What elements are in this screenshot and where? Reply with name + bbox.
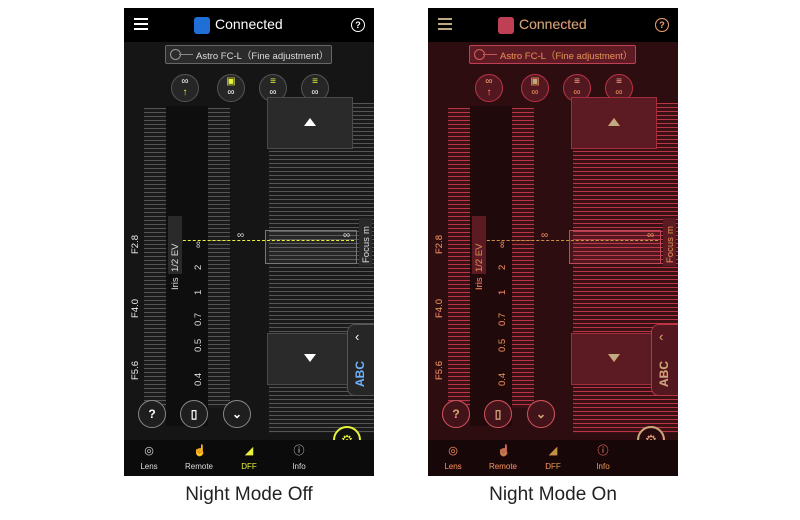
lens-selector[interactable]: Astro FC-L（Fine adjustment） <box>165 45 332 64</box>
lens-name: Astro FC-L（Fine adjustment） <box>196 51 329 62</box>
bluetooth-icon <box>194 17 210 34</box>
info-icon: ⓘ <box>597 445 609 457</box>
iris-step: 1/2 EV <box>474 243 485 272</box>
distance-1: 1 <box>193 289 204 295</box>
focus-unit: m <box>665 226 676 234</box>
top-bar: Connected ? <box>124 8 374 42</box>
connection-status: Connected <box>519 16 587 32</box>
distance-tape[interactable] <box>512 108 534 408</box>
menu-icon[interactable] <box>438 18 452 30</box>
focus-unit: m <box>361 226 372 234</box>
fstop-4-0: F4.0 <box>130 298 141 318</box>
iris-title: Iris <box>170 277 181 290</box>
infinity-arrow-button[interactable]: ∞ ↑ <box>475 74 503 102</box>
iris-scale[interactable] <box>144 108 166 408</box>
phone-screen-night-mode-off: Connected ? Astro FC-L（Fine adjustment） … <box>124 8 374 476</box>
iris-scale[interactable] <box>448 108 470 408</box>
arrow-up-icon <box>304 118 316 126</box>
distance-inf: ∞ <box>497 241 508 248</box>
lens-name: Astro FC-L（Fine adjustment） <box>500 51 633 62</box>
distance-0-4: 0.4 <box>193 372 204 386</box>
help-icon[interactable]: ? <box>351 18 365 32</box>
bottom-nav: ◎ Lens ☝ Remote ◢ DFF ⓘ Info <box>124 440 374 476</box>
focus-down-button[interactable] <box>571 333 657 385</box>
nav-remote[interactable]: ☝ Remote <box>174 440 224 476</box>
nav-dff[interactable]: ◢ DFF <box>224 440 274 476</box>
vibrate-icon[interactable]: ▯ <box>484 400 512 428</box>
infinity-mark-right: ∞ <box>343 230 351 241</box>
nav-lens[interactable]: ◎ Lens <box>124 440 174 476</box>
infinity-mark: ∞ <box>237 230 245 241</box>
infinity-arrow-button[interactable]: ∞ ↑ <box>171 74 199 102</box>
focus-up-button[interactable] <box>267 97 353 149</box>
distance-tape[interactable] <box>208 108 230 408</box>
chevron-down-icon[interactable]: ⌄ <box>223 400 251 428</box>
nav-info[interactable]: ⓘ Info <box>578 440 628 476</box>
nav-lens[interactable]: ◎ Lens <box>428 440 478 476</box>
fstop-2-8: F2.8 <box>130 234 141 254</box>
caption-night-mode-on: Night Mode On <box>489 484 617 505</box>
top-bar: Connected ? <box>428 8 678 42</box>
distance-2: 2 <box>193 264 204 270</box>
distance-0-5: 0.5 <box>193 338 204 352</box>
arrow-down-icon <box>304 354 316 362</box>
help-button[interactable]: ? <box>138 400 166 428</box>
aperture-icon: ◎ <box>448 445 458 457</box>
nav-dff[interactable]: ◢ DFF <box>528 440 578 476</box>
nav-info[interactable]: ⓘ Info <box>274 440 324 476</box>
caption-night-mode-off: Night Mode Off <box>185 484 313 505</box>
chevron-left-icon: ‹ <box>355 329 360 344</box>
info-icon: ⓘ <box>293 445 305 457</box>
focus-up-button[interactable] <box>571 97 657 149</box>
infinity-mark-right: ∞ <box>647 230 655 241</box>
distance-0-4: 0.4 <box>497 372 508 386</box>
focus-title: Focus <box>665 237 676 263</box>
aperture-icon: ◎ <box>144 445 154 457</box>
abc-panel-tab[interactable]: ‹ ABC <box>651 324 678 396</box>
vibrate-icon[interactable]: ▯ <box>180 400 208 428</box>
hand-icon: ☝ <box>193 445 207 457</box>
arrow-up-icon <box>608 118 620 126</box>
chevron-down-icon[interactable]: ⌄ <box>527 400 555 428</box>
help-icon[interactable]: ? <box>655 18 669 32</box>
focus-title: Focus <box>361 237 372 263</box>
distance-0-7: 0.7 <box>193 312 204 326</box>
fstop-4-0: F4.0 <box>434 298 445 318</box>
distance-inf: ∞ <box>193 241 204 248</box>
bottom-nav: ◎ Lens ☝ Remote ◢ DFF ⓘ Info <box>428 440 678 476</box>
menu-icon[interactable] <box>134 18 148 30</box>
connection-status: Connected <box>215 16 283 32</box>
abc-label: ABC <box>353 361 367 387</box>
lock-infinity-button[interactable]: ▣ ∞ <box>217 74 245 102</box>
phone-screen-night-mode-on: Connected ? Astro FC-L（Fine adjustment） … <box>428 8 678 476</box>
help-button[interactable]: ? <box>442 400 470 428</box>
abc-panel-tab[interactable]: ‹ ABC <box>347 324 374 396</box>
infinity-mark: ∞ <box>541 230 549 241</box>
iris-step: 1/2 EV <box>170 243 181 272</box>
arrow-down-icon <box>608 354 620 362</box>
bluetooth-icon <box>498 17 514 34</box>
fstop-5-6: F5.6 <box>434 360 445 380</box>
hand-icon: ☝ <box>497 445 511 457</box>
nav-remote[interactable]: ☝ Remote <box>478 440 528 476</box>
abc-label: ABC <box>657 361 671 387</box>
fstop-2-8: F2.8 <box>434 234 445 254</box>
fstop-5-6: F5.6 <box>130 360 141 380</box>
distance-1: 1 <box>497 289 508 295</box>
distance-2: 2 <box>497 264 508 270</box>
dff-icon: ◢ <box>548 445 558 457</box>
lens-selector[interactable]: Astro FC-L（Fine adjustment） <box>469 45 636 64</box>
distance-0-7: 0.7 <box>497 312 508 326</box>
lock-infinity-button[interactable]: ▣ ∞ <box>521 74 549 102</box>
focus-down-button[interactable] <box>267 333 353 385</box>
distance-0-5: 0.5 <box>497 338 508 352</box>
dff-icon: ◢ <box>244 445 254 457</box>
chevron-left-icon: ‹ <box>659 329 664 344</box>
iris-title: Iris <box>474 277 485 290</box>
